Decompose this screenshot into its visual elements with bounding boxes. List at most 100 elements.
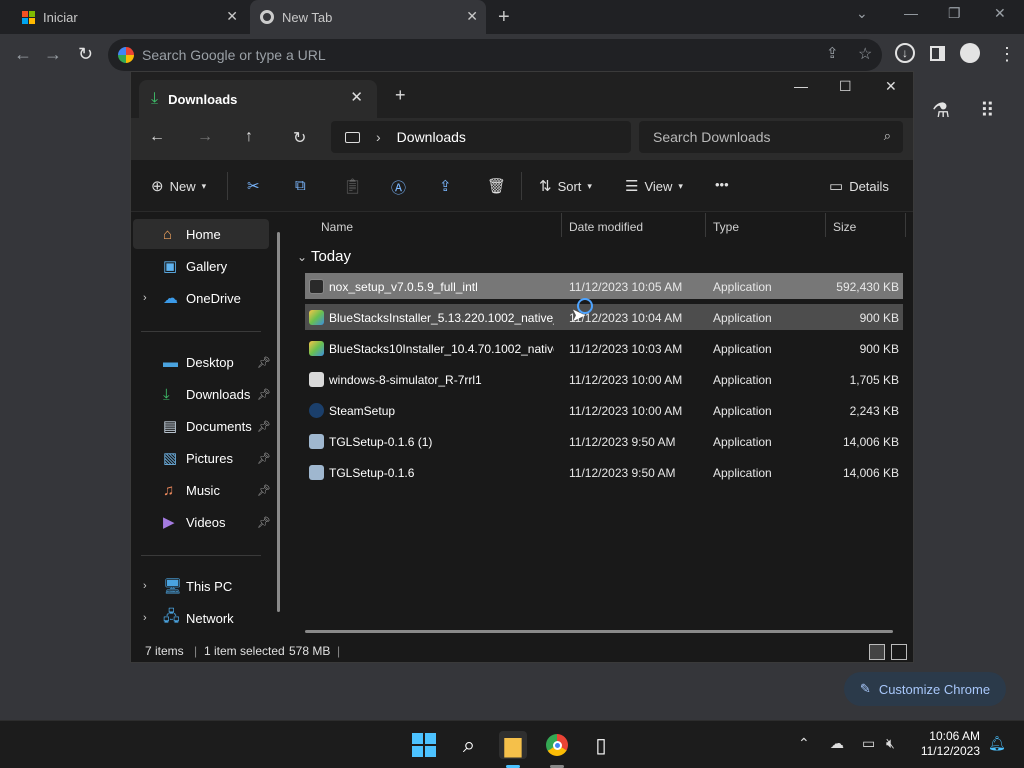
column-divider[interactable] — [825, 213, 826, 237]
nav-item-pictures[interactable]: ▧ Pictures 📌︎ — [133, 443, 271, 473]
divider — [521, 172, 522, 200]
nav-item-onedrive[interactable]: › ☁ OneDrive — [133, 283, 269, 313]
rename-icon[interactable]: Ⓐ — [391, 177, 406, 198]
nav-item-desktop[interactable]: ▬ Desktop 📌︎ — [133, 347, 271, 377]
nav-item-music[interactable]: ♫ Music 📌︎ — [133, 475, 271, 505]
column-type[interactable]: Type — [713, 220, 739, 234]
more-options-button[interactable]: ••• — [715, 177, 729, 192]
column-divider[interactable] — [905, 213, 906, 237]
tab-search-icon[interactable]: ⌄ — [856, 5, 868, 22]
file-row[interactable]: nox_setup_v7.0.5.9_full_intl 11/12/2023 … — [305, 273, 903, 299]
minimize-icon[interactable]: — — [794, 78, 808, 94]
pin-icon[interactable]: 📌︎ — [257, 516, 271, 529]
clock[interactable]: 10:06 AM 11/12/2023 — [916, 729, 980, 759]
apps-grid-icon[interactable]: ⠿ — [980, 98, 995, 123]
chevron-up-icon[interactable]: ⌃ — [798, 735, 810, 752]
file-row[interactable]: SteamSetup 11/12/2023 10:00 AM Applicati… — [305, 397, 903, 423]
copy-icon[interactable]: ⧉ — [295, 177, 306, 194]
chevron-right-icon[interactable]: › — [143, 292, 147, 304]
address-bar[interactable]: › Downloads — [331, 121, 631, 153]
file-row[interactable]: TGLSetup-0.1.6 (1) 11/12/2023 9:50 AM Ap… — [305, 428, 903, 454]
close-tab-icon[interactable]: ✕ — [350, 88, 363, 106]
back-icon[interactable]: ← — [14, 44, 32, 65]
back-icon[interactable]: ← — [149, 128, 165, 146]
nav-item-downloads[interactable]: ⤓ Downloads 📌︎ — [133, 379, 271, 409]
forward-icon[interactable]: → — [44, 44, 62, 65]
file-row[interactable]: BlueStacksInstaller_5.13.220.1002_native… — [305, 304, 903, 330]
tab-iniciar[interactable]: Iniciar ✕ — [10, 0, 246, 34]
labs-flask-icon[interactable]: ⚗ — [932, 98, 950, 123]
sort-button[interactable]: ⇅ Sort ▾ — [539, 177, 592, 195]
chrome-icon[interactable] — [543, 731, 571, 759]
side-panel-icon[interactable] — [930, 46, 945, 61]
column-divider[interactable] — [561, 213, 562, 237]
up-icon[interactable]: ↑ — [245, 128, 253, 146]
nav-item-videos[interactable]: ▶ Videos 📌︎ — [133, 507, 271, 537]
pin-icon[interactable]: 📌︎ — [257, 388, 271, 401]
close-icon[interactable]: ✕ — [885, 78, 897, 95]
nav-item-network[interactable]: › 🖧 Network — [133, 603, 269, 633]
details-view-icon[interactable] — [869, 644, 885, 660]
group-header-today[interactable]: ⌄ Today — [297, 248, 351, 265]
display-icon[interactable]: ▭ — [862, 735, 875, 752]
chevron-right-icon[interactable]: › — [143, 612, 147, 624]
menu-kebab-icon[interactable]: ⋮ — [998, 44, 1016, 65]
view-button[interactable]: ☰ View ▾ — [625, 177, 683, 195]
customize-chrome-button[interactable]: ✎ Customize Chrome — [844, 672, 1006, 706]
bookmark-star-icon[interactable]: ☆ — [858, 44, 872, 64]
explorer-tab-title: Downloads — [168, 91, 238, 107]
share-icon[interactable]: ⇪ — [439, 177, 452, 195]
maximize-icon[interactable]: ☐ — [839, 78, 852, 95]
details-button[interactable]: ▭ Details — [829, 177, 889, 195]
tiles-view-icon[interactable] — [891, 644, 907, 660]
tab-new-tab[interactable]: New Tab ✕ — [250, 0, 486, 34]
refresh-icon[interactable]: ↻ — [293, 128, 306, 148]
cut-icon[interactable]: ✂ — [247, 177, 260, 195]
chevron-right-icon[interactable]: › — [143, 580, 147, 592]
column-date-modified[interactable]: Date modified — [569, 220, 643, 234]
download-icon[interactable]: ↓ — [895, 43, 915, 63]
search-icon[interactable]: ⌕ — [455, 731, 483, 759]
volume-muted-icon[interactable]: 🔇︎ — [886, 735, 895, 752]
start-windows-icon[interactable] — [410, 731, 438, 759]
file-explorer-icon[interactable]: ▆ — [499, 731, 527, 759]
new-tab-button[interactable]: + — [395, 85, 406, 106]
close-icon[interactable]: ✕ — [994, 5, 1006, 22]
minimize-icon[interactable]: — — [904, 5, 918, 21]
horizontal-scrollbar[interactable] — [305, 630, 893, 633]
pin-icon[interactable]: 📌︎ — [257, 420, 271, 433]
file-row[interactable]: windows-8-simulator_R-7rrl1 11/12/2023 1… — [305, 366, 903, 392]
nav-item-gallery[interactable]: ▣ Gallery — [133, 251, 269, 281]
column-size[interactable]: Size — [833, 220, 856, 234]
new-tab-button[interactable]: + — [498, 6, 510, 29]
column-name[interactable]: Name — [321, 220, 353, 234]
search-box[interactable]: Search Downloads ⌕ — [639, 121, 903, 153]
steam-app-icon — [309, 403, 324, 418]
column-divider[interactable] — [705, 213, 706, 237]
pin-icon[interactable]: 📌︎ — [257, 452, 271, 465]
paste-icon[interactable]: 📋︎ — [343, 177, 362, 195]
nav-item-home[interactable]: ⌂ Home — [133, 219, 269, 249]
forward-icon[interactable]: → — [197, 128, 213, 146]
explorer-tab-downloads[interactable]: ⤓ Downloads ✕ — [139, 80, 377, 118]
close-tab-icon[interactable]: ✕ — [466, 8, 478, 25]
file-row[interactable]: TGLSetup-0.1.6 11/12/2023 9:50 AM Applic… — [305, 459, 903, 485]
nav-item-this-pc[interactable]: › 🖥︎ This PC — [133, 571, 269, 601]
onedrive-tray-icon[interactable]: ☁ — [830, 735, 844, 752]
notification-bell-icon[interactable]: 🔔︎ — [988, 735, 1006, 752]
pin-icon[interactable]: 📌︎ — [257, 356, 271, 369]
pin-icon[interactable]: 📌︎ — [257, 484, 271, 497]
restore-icon[interactable]: ❐ — [948, 5, 961, 22]
nav-scrollbar[interactable] — [277, 232, 280, 612]
notepad-icon[interactable]: ▯ — [587, 731, 615, 759]
close-tab-icon[interactable]: ✕ — [226, 8, 238, 25]
nav-item-documents[interactable]: ▤ Documents 📌︎ — [133, 411, 271, 441]
profile-avatar-icon[interactable] — [960, 43, 980, 63]
share-icon[interactable]: ⇪ — [826, 44, 839, 62]
omnibox[interactable]: Search Google or type a URL — [108, 39, 882, 71]
file-row[interactable]: BlueStacks10Installer_10.4.70.1002_nativ… — [305, 335, 903, 361]
delete-icon[interactable]: 🗑︎ — [487, 177, 506, 195]
group-label: Today — [310, 248, 351, 265]
new-button[interactable]: ⊕ New ▾ — [151, 177, 206, 195]
reload-icon[interactable]: ↻ — [78, 44, 93, 65]
